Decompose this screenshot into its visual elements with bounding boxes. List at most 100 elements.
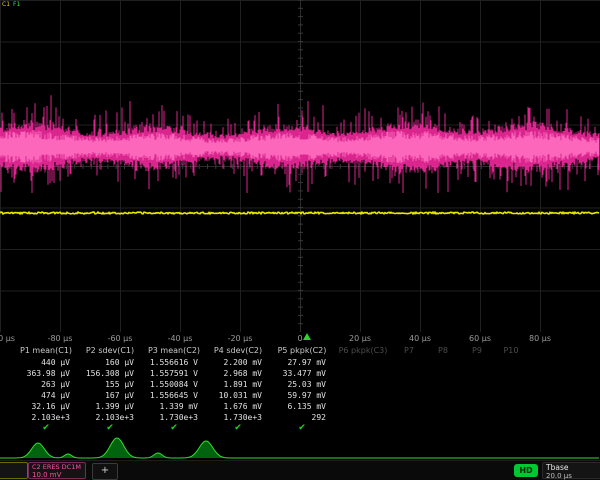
measure-value: 27.97 mV	[270, 357, 334, 368]
measure-header: P5 pkpk(C2)	[270, 345, 334, 357]
measure-value	[334, 390, 392, 401]
measure-value: 474 µV	[14, 390, 78, 401]
oscilloscope-screen: C1 F1 -100 µs-80 µs-60 µs-40 µs-20 µs020…	[0, 0, 600, 480]
measure-column-p6[interactable]: P6 pkpk(C3)	[334, 345, 392, 434]
time-tick: -100 µs	[0, 334, 15, 343]
histogram-trace[interactable]	[0, 430, 600, 460]
channel-c2-descriptor[interactable]: C2 ERES DC1M 10.0 mV	[28, 462, 86, 479]
measure-value: 160 µV	[78, 357, 142, 368]
measure-header: P10	[494, 345, 528, 357]
measure-table: P1 mean(C1)440 µV363.98 µV263 µV474 µV32…	[14, 345, 528, 434]
measure-value: 6.135 mV	[270, 401, 334, 412]
measure-value: 440 µV	[14, 357, 78, 368]
measure-value: 1.730e+3	[142, 412, 206, 423]
waveform-display[interactable]	[0, 0, 600, 332]
measure-value	[460, 368, 494, 379]
measure-value	[460, 401, 494, 412]
add-trace-button[interactable]: +	[92, 463, 118, 480]
status-bar: C1 DC1M 50.0 mV C2 ERES DC1M 10.0 mV + H…	[0, 460, 600, 480]
measure-column-p8[interactable]: P8	[426, 345, 460, 434]
measure-value	[426, 412, 460, 423]
trigger-position-marker[interactable]	[303, 333, 311, 340]
time-tick: 20 µs	[349, 334, 371, 343]
measure-value	[494, 368, 528, 379]
measure-value: 1.399 µV	[78, 401, 142, 412]
measure-value	[494, 379, 528, 390]
measure-value: 2.200 mV	[206, 357, 270, 368]
measure-header: P6 pkpk(C3)	[334, 345, 392, 357]
measure-value: 1.891 mV	[206, 379, 270, 390]
measure-value	[494, 401, 528, 412]
measure-column-p7[interactable]: P7	[392, 345, 426, 434]
measure-value: 32.16 µV	[14, 401, 78, 412]
measure-column-p3[interactable]: P3 mean(C2)1.556616 V1.557591 V1.550084 …	[142, 345, 206, 434]
measure-value: 1.550084 V	[142, 379, 206, 390]
measure-value: 263 µV	[14, 379, 78, 390]
measure-value	[334, 412, 392, 423]
c2-coupling-label: C2 ERES DC1M	[32, 464, 82, 471]
measure-value: 2.968 mV	[206, 368, 270, 379]
measure-value: 2.103e+3	[78, 412, 142, 423]
measure-header: P1 mean(C1)	[14, 345, 78, 357]
measure-value: 10.031 mV	[206, 390, 270, 401]
time-tick: 80 µs	[529, 334, 551, 343]
measure-value	[392, 368, 426, 379]
measure-value: 1.556645 V	[142, 390, 206, 401]
time-tick: 0	[297, 334, 302, 343]
hd-mode-badge: HD	[514, 464, 538, 477]
measure-value: 59.97 mV	[270, 390, 334, 401]
measure-value	[460, 412, 494, 423]
measure-value	[426, 368, 460, 379]
measure-header: P3 mean(C2)	[142, 345, 206, 357]
measure-column-p10[interactable]: P10	[494, 345, 528, 434]
time-tick: 40 µs	[409, 334, 431, 343]
measure-value: 156.308 µV	[78, 368, 142, 379]
measure-column-p9[interactable]: P9	[460, 345, 494, 434]
c1-coupling-label: C1 DC1M	[0, 464, 24, 471]
measure-value: 1.676 mV	[206, 401, 270, 412]
measure-value: 33.477 mV	[270, 368, 334, 379]
measure-value	[392, 401, 426, 412]
time-tick: -20 µs	[228, 334, 253, 343]
time-tick: -80 µs	[48, 334, 73, 343]
measure-column-p5[interactable]: P5 pkpk(C2)27.97 mV33.477 mV25.03 mV59.9…	[270, 345, 334, 434]
measure-value: 1.339 mV	[142, 401, 206, 412]
measure-value	[392, 390, 426, 401]
measure-value	[392, 357, 426, 368]
measure-value	[392, 412, 426, 423]
measure-header: P4 sdev(C2)	[206, 345, 270, 357]
measure-header: P7	[392, 345, 426, 357]
measure-value	[426, 401, 460, 412]
measure-value	[494, 357, 528, 368]
overlay-label-c1: C1	[2, 1, 10, 8]
time-tick: -40 µs	[168, 334, 193, 343]
measure-value	[494, 412, 528, 423]
c1-scale-value: 50.0 mV	[0, 471, 24, 479]
measure-value	[494, 390, 528, 401]
histogram-outline[interactable]	[0, 438, 599, 458]
timebase-descriptor[interactable]: Tbase 20.0 µs	[542, 462, 600, 479]
timebase-label: Tbase	[546, 464, 600, 472]
measure-value: 363.98 µV	[14, 368, 78, 379]
measure-value	[392, 379, 426, 390]
c2-scale-value: 10.0 mV	[32, 471, 82, 479]
measure-value: 1.730e+3	[206, 412, 270, 423]
trace-overlay-labels: C1 F1	[2, 1, 20, 8]
time-axis: -100 µs-80 µs-60 µs-40 µs-20 µs020 µs40 …	[0, 331, 600, 346]
overlay-label-f1: F1	[13, 1, 20, 8]
measure-header: P8	[426, 345, 460, 357]
measure-value: 167 µV	[78, 390, 142, 401]
measure-value: 292	[270, 412, 334, 423]
measure-column-p1[interactable]: P1 mean(C1)440 µV363.98 µV263 µV474 µV32…	[14, 345, 78, 434]
measure-value	[334, 379, 392, 390]
measure-header: P2 sdev(C1)	[78, 345, 142, 357]
measure-value	[334, 357, 392, 368]
measure-value: 2.103e+3	[14, 412, 78, 423]
channel-c1-descriptor[interactable]: C1 DC1M 50.0 mV	[0, 462, 28, 479]
measure-value: 1.556616 V	[142, 357, 206, 368]
c1-trace[interactable]	[0, 212, 599, 214]
measure-column-p4[interactable]: P4 sdev(C2)2.200 mV2.968 mV1.891 mV10.03…	[206, 345, 270, 434]
measure-value: 155 µV	[78, 379, 142, 390]
measure-column-p2[interactable]: P2 sdev(C1)160 µV156.308 µV155 µV167 µV1…	[78, 345, 142, 434]
measure-value	[426, 357, 460, 368]
